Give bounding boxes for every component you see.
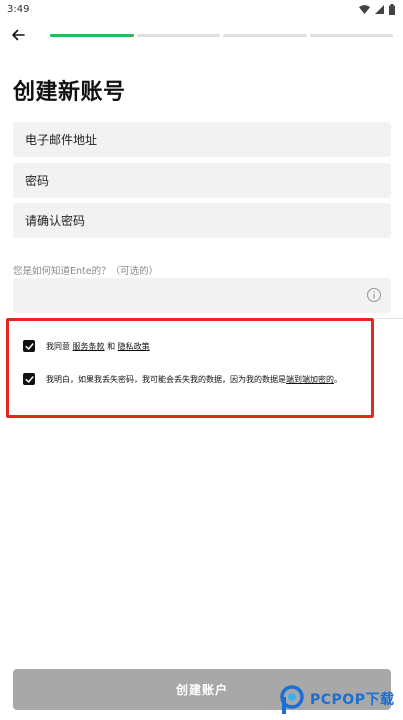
- checkbox-checked-icon: [24, 375, 34, 383]
- terms-checkbox[interactable]: [23, 340, 35, 352]
- warning-checkbox-row[interactable]: 我明白，如果我丢失密码，我可能会丢失我的数据，因为我的数据是端到端加密的。: [23, 373, 342, 385]
- end-to-end-encryption-link[interactable]: 端到端加密的: [286, 375, 334, 384]
- back-button[interactable]: [8, 25, 28, 45]
- progress-step-2: [136, 34, 220, 37]
- terms-and: 和: [107, 341, 116, 351]
- top-bar: [0, 22, 403, 48]
- status-icons: [359, 3, 395, 15]
- pcpop-logo-icon: [280, 685, 304, 714]
- status-time: 3:49: [7, 3, 30, 15]
- checkbox-checked-icon: [24, 342, 34, 350]
- terms-text: 我同意 服务条款 和 隐私政策: [46, 341, 150, 352]
- status-bar: 3:49: [0, 0, 403, 18]
- warning-checkbox[interactable]: [23, 373, 35, 385]
- progress-step-1: [50, 34, 134, 37]
- pcpop-watermark: PCPOP下载: [278, 684, 400, 716]
- progress-step-4: [309, 34, 393, 37]
- warning-suffix: 。: [334, 374, 342, 384]
- confirm-password-field[interactable]: [13, 203, 391, 238]
- password-field[interactable]: [13, 163, 391, 198]
- terms-of-service-link[interactable]: 服务条款: [73, 342, 105, 351]
- highlight-annotation: [6, 318, 374, 418]
- battery-icon: [389, 3, 395, 15]
- progress-step-3: [223, 34, 307, 37]
- email-field[interactable]: [13, 122, 391, 157]
- signal-icon: [375, 4, 384, 14]
- step-progress: [50, 34, 393, 37]
- terms-checkbox-row[interactable]: 我同意 服务条款 和 隐私政策: [23, 340, 150, 352]
- page-title: 创建新账号: [13, 80, 126, 105]
- info-icon[interactable]: [366, 287, 382, 303]
- terms-prefix: 我同意: [46, 341, 70, 351]
- warning-text: 我明白，如果我丢失密码，我可能会丢失我的数据，因为我的数据是端到端加密的。: [46, 374, 342, 385]
- referral-input[interactable]: [13, 278, 391, 313]
- privacy-policy-link[interactable]: 隐私政策: [118, 342, 150, 351]
- back-arrow-icon: [12, 29, 25, 41]
- watermark-brand: PCPOP下载: [310, 692, 395, 708]
- referral-hint-label: 您是如何知道Ente的？（可选的）: [13, 266, 159, 277]
- divider: [376, 318, 403, 319]
- wifi-icon: [359, 4, 370, 14]
- warning-main-text: 我明白，如果我丢失密码，我可能会丢失我的数据，因为我的数据是: [46, 374, 286, 384]
